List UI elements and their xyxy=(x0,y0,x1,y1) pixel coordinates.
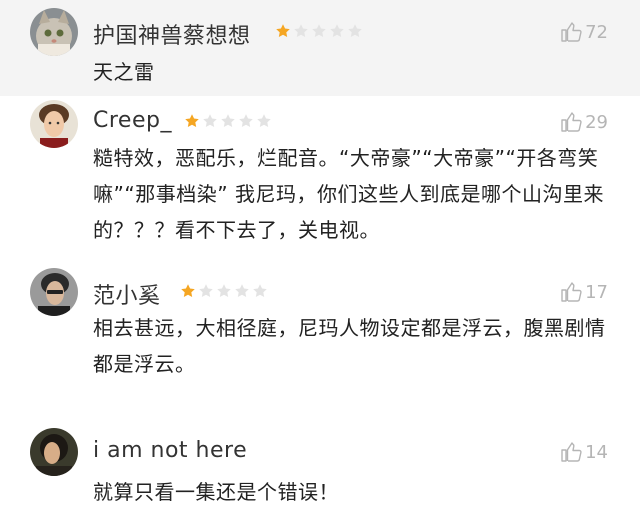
person-avatar-icon xyxy=(30,268,78,316)
star-rating xyxy=(275,23,363,39)
comment-text: 糙特效，恶配乐，烂配音。“大帝豪”“大帝豪”“开各弯笑嘛”“那事档染” 我尼玛，… xyxy=(93,146,604,242)
star-filled-icon xyxy=(181,284,195,297)
comment-text: 天之雷 xyxy=(93,60,155,84)
like-button[interactable]: 14 xyxy=(559,440,608,464)
person-avatar-icon xyxy=(30,428,78,476)
like-count: 17 xyxy=(585,281,608,303)
star-empty-icon xyxy=(312,24,326,37)
comment-item: 护国神兽蔡想想 72 天之雷 xyxy=(0,0,640,96)
comment-text: 就算只看一集还是个错误！ xyxy=(93,480,339,504)
like-button[interactable]: 29 xyxy=(559,110,608,134)
cat-avatar-icon xyxy=(30,8,78,56)
thumbs-up-icon xyxy=(561,22,582,42)
like-count: 29 xyxy=(585,111,608,133)
star-filled-icon xyxy=(276,24,290,37)
avatar[interactable] xyxy=(30,100,78,148)
star-empty-icon xyxy=(203,114,217,127)
like-count: 72 xyxy=(585,21,608,43)
star-empty-icon xyxy=(239,114,253,127)
username[interactable]: Creep_ xyxy=(93,108,172,133)
star-empty-icon xyxy=(348,24,362,37)
star-empty-icon xyxy=(330,24,344,37)
star-rating xyxy=(180,283,268,299)
star-empty-icon xyxy=(221,114,235,127)
thumbs-up-icon xyxy=(561,282,582,302)
star-empty-icon xyxy=(253,284,267,297)
star-empty-icon xyxy=(257,114,271,127)
username[interactable]: 护国神兽蔡想想 xyxy=(93,18,251,50)
thumbs-up-icon xyxy=(561,112,582,132)
like-count: 14 xyxy=(585,441,608,463)
star-empty-icon xyxy=(235,284,249,297)
star-empty-icon xyxy=(217,284,231,297)
comment-item: Creep_ 29 糙特效，恶配乐，烂配音。“大帝豪”“大帝豪”“开各弯笑嘛”“… xyxy=(0,96,640,256)
star-empty-icon xyxy=(294,24,308,37)
username[interactable]: 范小奚 xyxy=(93,278,161,310)
comment-text: 相去甚远，大相径庭，尼玛人物设定都是浮云，腹黑剧情都是浮云。 xyxy=(93,316,606,376)
person-avatar-icon xyxy=(30,100,78,148)
like-button[interactable]: 72 xyxy=(559,20,608,44)
username[interactable]: i am not here xyxy=(93,438,247,463)
avatar[interactable] xyxy=(30,428,78,476)
star-filled-icon xyxy=(185,114,199,127)
avatar[interactable] xyxy=(30,8,78,56)
star-rating xyxy=(184,113,272,129)
comment-item: i am not here 14 就算只看一集还是个错误！ xyxy=(0,420,640,513)
avatar[interactable] xyxy=(30,268,78,316)
star-empty-icon xyxy=(199,284,213,297)
thumbs-up-icon xyxy=(561,442,582,462)
like-button[interactable]: 17 xyxy=(559,280,608,304)
comment-item: 范小奚 17 相去甚远，大相径庭，尼玛人物设定都是浮云，腹黑剧情都是浮云。 xyxy=(0,256,640,406)
